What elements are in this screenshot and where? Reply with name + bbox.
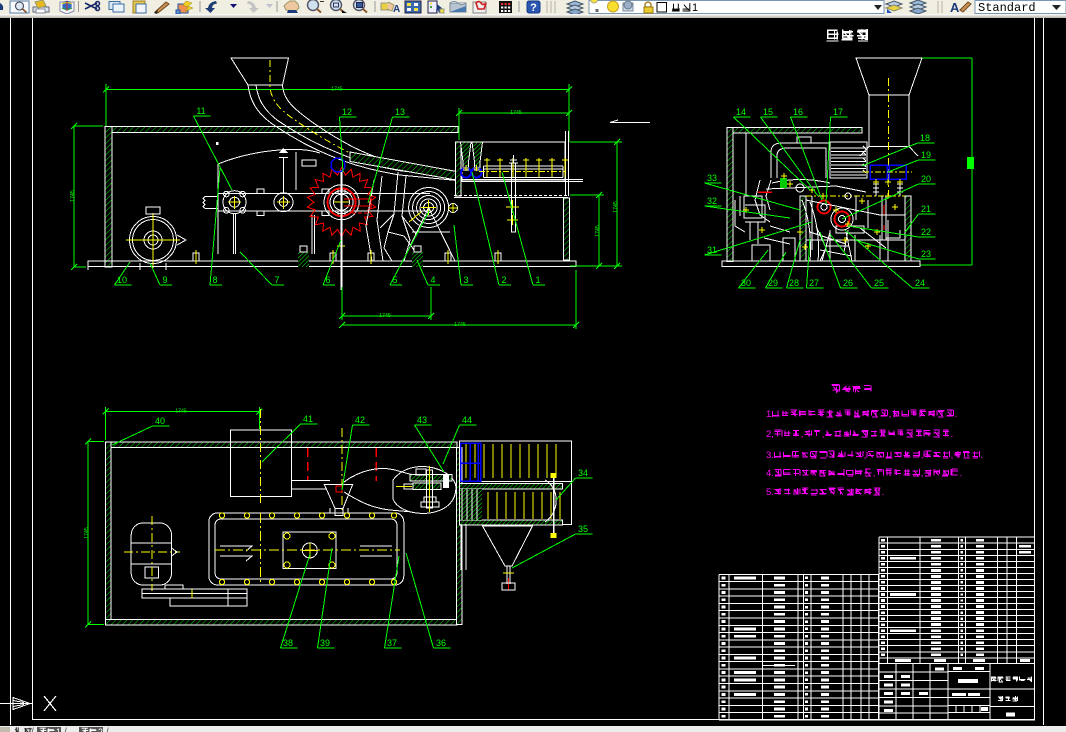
svg-text:36: 36 — [436, 638, 446, 648]
svg-text:44: 44 — [462, 415, 472, 425]
svg-text:37: 37 — [387, 638, 397, 648]
svg-text:15: 15 — [763, 107, 773, 117]
svg-text:9: 9 — [162, 275, 167, 285]
svg-text:.: . — [769, 409, 772, 420]
svg-text:.: . — [771, 487, 774, 498]
svg-text:.: . — [882, 487, 885, 498]
svg-text:14: 14 — [736, 107, 746, 117]
svg-text:35: 35 — [578, 524, 588, 534]
svg-text:.: . — [771, 450, 774, 461]
svg-text:11: 11 — [196, 106, 205, 116]
svg-text:43: 43 — [417, 415, 427, 425]
svg-text:3: 3 — [463, 275, 468, 285]
svg-text:24: 24 — [915, 278, 925, 288]
svg-text:8: 8 — [212, 275, 217, 285]
svg-text:.: . — [960, 468, 963, 479]
svg-text:27: 27 — [809, 278, 819, 288]
svg-text:26: 26 — [843, 278, 853, 288]
svg-text:29: 29 — [768, 278, 778, 288]
svg-text:,: , — [921, 468, 924, 479]
svg-text:12: 12 — [342, 107, 352, 117]
svg-text:1745: 1745 — [510, 110, 522, 116]
svg-text:,: , — [873, 468, 876, 479]
svg-text:7: 7 — [274, 275, 279, 285]
svg-text:,: , — [864, 450, 867, 461]
svg-text:.: . — [771, 468, 774, 479]
svg-text:1745: 1745 — [379, 313, 391, 319]
svg-text:/: / — [31, 727, 34, 732]
svg-text:33: 33 — [707, 173, 717, 183]
svg-text:/: / — [64, 727, 67, 732]
svg-text:.: . — [981, 450, 984, 461]
svg-text:34: 34 — [578, 468, 588, 478]
svg-text:1745: 1745 — [595, 225, 601, 237]
svg-text:1745: 1745 — [331, 87, 343, 93]
svg-text:25: 25 — [874, 278, 884, 288]
svg-text:1745: 1745 — [454, 322, 466, 328]
svg-text:10: 10 — [117, 275, 127, 285]
svg-text:,: , — [822, 429, 825, 440]
svg-text:1: 1 — [692, 2, 698, 14]
svg-text:1745: 1745 — [84, 527, 90, 539]
svg-text:,: , — [771, 429, 774, 440]
svg-text:1745: 1745 — [613, 201, 619, 213]
svg-text:.: . — [951, 429, 954, 440]
svg-text:40: 40 — [155, 416, 165, 426]
svg-text:/: / — [106, 727, 109, 732]
svg-text:,: , — [951, 450, 954, 461]
svg-text:16: 16 — [793, 107, 803, 117]
svg-text:2: 2 — [501, 275, 506, 285]
svg-text:18: 18 — [920, 133, 930, 143]
svg-text:28: 28 — [789, 278, 799, 288]
svg-text:38: 38 — [283, 638, 293, 648]
svg-text:20: 20 — [921, 174, 931, 184]
svg-text:13: 13 — [395, 107, 405, 117]
svg-text:42: 42 — [355, 415, 365, 425]
svg-text:A: A — [393, 4, 400, 14]
svg-text:19: 19 — [921, 150, 931, 160]
svg-text:?: ? — [530, 2, 537, 14]
svg-text:1745: 1745 — [175, 409, 187, 415]
svg-text:17: 17 — [833, 107, 843, 117]
svg-text:1: 1 — [535, 275, 540, 285]
svg-text:4: 4 — [430, 275, 435, 285]
svg-text:41: 41 — [303, 414, 313, 424]
svg-text:21: 21 — [921, 204, 931, 214]
svg-text:A: A — [950, 0, 960, 14]
svg-text:1: 1 — [56, 727, 61, 732]
svg-text:,: , — [921, 450, 924, 461]
svg-text:,: , — [801, 429, 804, 440]
svg-text:23: 23 — [921, 249, 931, 259]
svg-text:Standard: Standard — [978, 1, 1036, 14]
svg-text:2: 2 — [98, 727, 103, 732]
svg-text:.: . — [955, 409, 958, 420]
svg-text:22: 22 — [921, 227, 931, 237]
svg-text:32: 32 — [707, 196, 717, 206]
svg-text:,: , — [889, 409, 892, 420]
svg-text:1745: 1745 — [70, 190, 76, 202]
svg-text:39: 39 — [320, 638, 330, 648]
